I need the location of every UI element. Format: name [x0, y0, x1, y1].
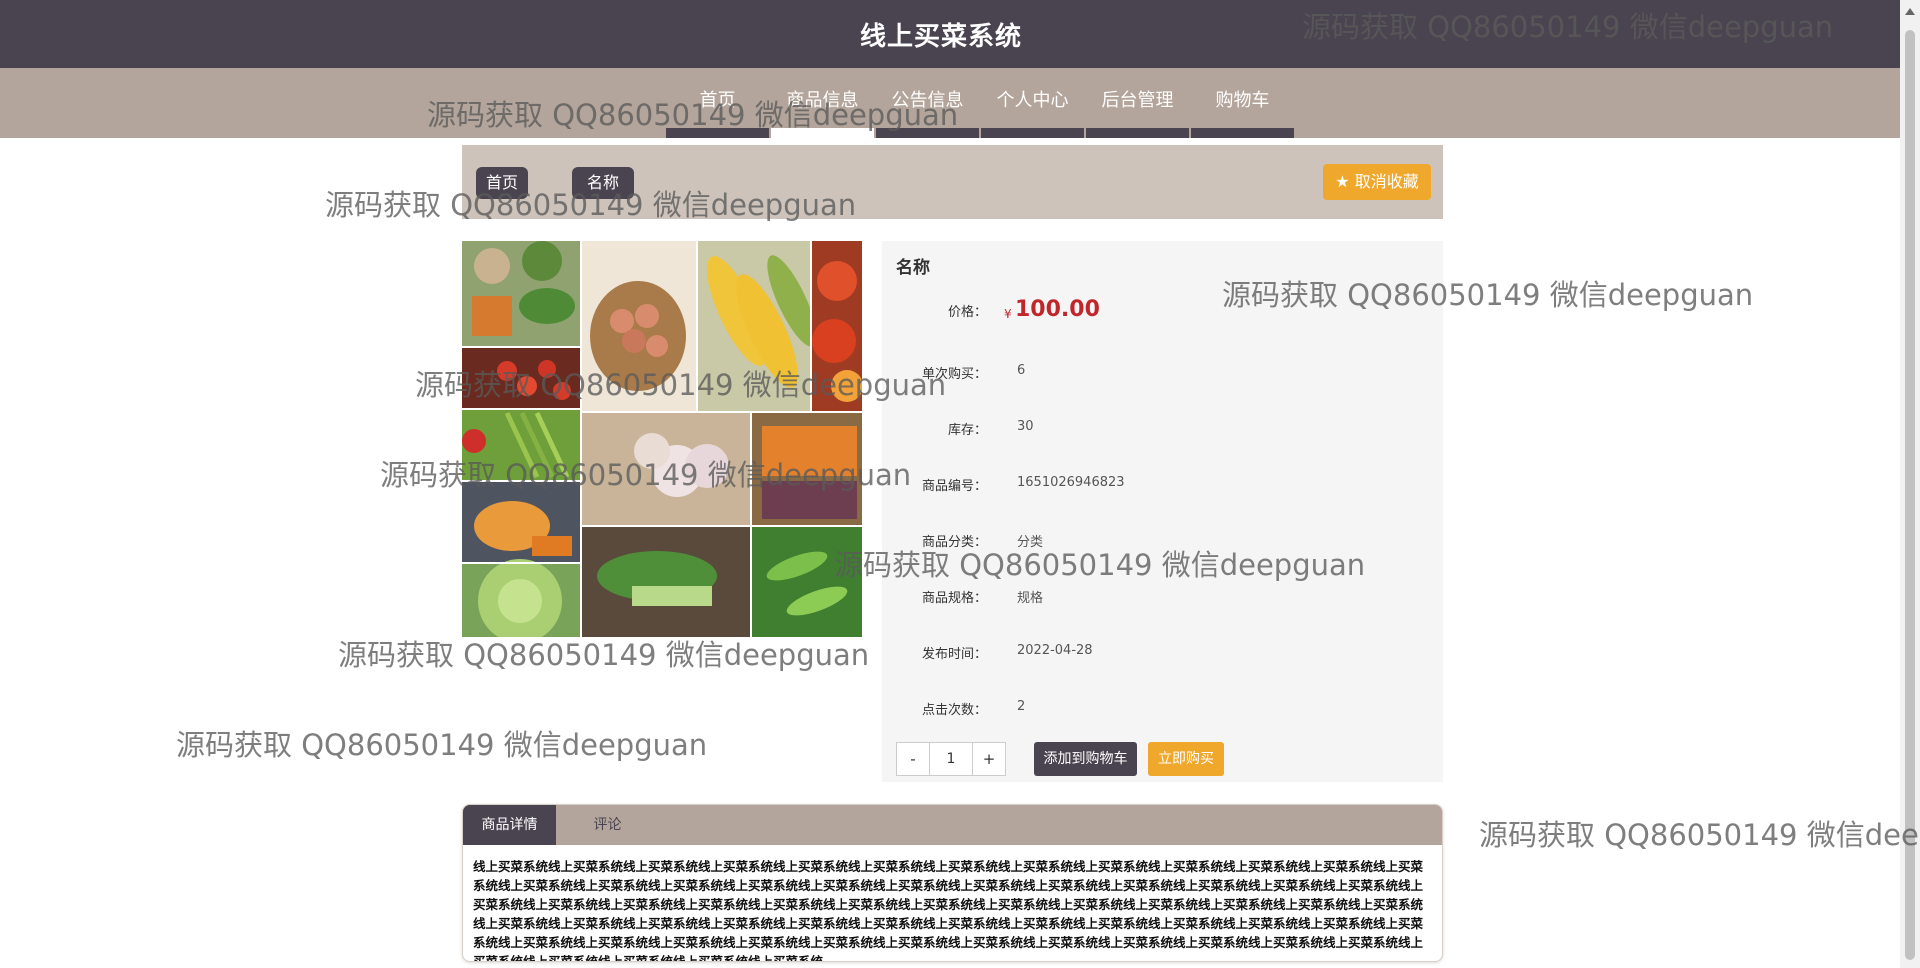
unfavorite-label: 取消收藏 [1354, 172, 1419, 191]
nav-item-bar [1086, 128, 1189, 138]
nav-item-admin[interactable]: 后台管理 [1086, 68, 1189, 138]
watermark: 源码获取 QQ86050149 微信deepguan [1479, 818, 1920, 852]
field-value: 2022-04-28 [1017, 643, 1093, 658]
nav-item-profile[interactable]: 个人中心 [981, 68, 1084, 138]
quantity-stepper: - 1 + [896, 742, 1006, 776]
price-row: 价格： ¥ 100.00 [882, 297, 1422, 322]
breadcrumb-home[interactable]: 首页 [476, 167, 528, 199]
nav-item-cart[interactable]: 购物车 [1191, 68, 1294, 138]
increment-button[interactable]: + [973, 743, 1005, 775]
nav-item-bar [981, 128, 1084, 138]
field-label: 商品分类： [921, 535, 987, 550]
nav-item-bar [666, 128, 769, 138]
price-label: 价格： [947, 305, 987, 320]
field-label: 库存： [947, 423, 987, 438]
nav-item-bar [1191, 128, 1294, 138]
field-row-buy-limit: 单次购买： 6 [882, 359, 1422, 383]
breadcrumb: 首页 名称 ★ 取消收藏 [462, 145, 1443, 219]
field-value: 规格 [1017, 591, 1044, 606]
nav-item-label: 公告信息 [891, 90, 964, 111]
quantity-input[interactable]: 1 [929, 743, 973, 775]
field-label: 商品规格： [921, 591, 987, 606]
nav-item-label: 首页 [699, 90, 736, 111]
product-info-panel: 名称 价格： ¥ 100.00 单次购买： 6 库存： 30 商品编号： 165… [882, 241, 1443, 782]
nav-item-label: 后台管理 [1101, 90, 1174, 111]
scroll-up-arrow-icon[interactable] [1905, 8, 1915, 15]
field-label: 发布时间： [921, 647, 987, 662]
field-label: 商品编号： [921, 479, 987, 494]
field-row-category: 商品分类： 分类 [882, 527, 1422, 551]
add-to-cart-button[interactable]: 添加到购物车 [1034, 742, 1137, 776]
decrement-button[interactable]: - [897, 743, 929, 775]
product-detail-text: 线上买菜系统线上买菜系统线上买菜系统线上买菜系统线上买菜系统线上买菜系统线上买菜… [473, 859, 1424, 962]
detail-tabs-panel: 商品详情 评论 线上买菜系统线上买菜系统线上买菜系统线上买菜系统线上买菜系统线上… [462, 804, 1443, 962]
breadcrumb-current[interactable]: 名称 [572, 167, 634, 199]
field-value: 30 [1017, 419, 1034, 434]
tab-product-detail[interactable]: 商品详情 [463, 805, 556, 845]
top-header: 线上买菜系统 [0, 0, 1900, 68]
buy-now-button[interactable]: 立即购买 [1148, 742, 1224, 776]
nav-items: 首页 商品信息 公告信息 个人中心 后台管理 购物车 [666, 68, 1296, 138]
field-value: 6 [1017, 363, 1026, 378]
nav-item-bar [771, 128, 874, 138]
nav-item-label: 购物车 [1215, 90, 1270, 111]
nav-item-home[interactable]: 首页 [666, 68, 769, 138]
star-icon: ★ [1335, 172, 1350, 191]
nav-item-label: 个人中心 [996, 90, 1069, 111]
field-value: 2 [1017, 699, 1026, 714]
field-row-stock: 库存： 30 [882, 415, 1422, 439]
main-nav: 首页 商品信息 公告信息 个人中心 后台管理 购物车 [0, 68, 1900, 138]
currency-symbol: ¥ [1004, 307, 1012, 321]
scrollbar-thumb[interactable] [1905, 30, 1915, 960]
nav-item-bar [876, 128, 979, 138]
field-row-product-id: 商品编号： 1651026946823 [882, 471, 1422, 495]
page-scrollbar[interactable] [1900, 0, 1920, 968]
product-name: 名称 [896, 258, 930, 278]
price-value: 100.00 [1015, 297, 1100, 322]
product-image [462, 241, 862, 637]
field-label: 点击次数： [921, 703, 987, 718]
field-value: 1651026946823 [1017, 475, 1125, 490]
nav-item-label: 商品信息 [786, 90, 859, 111]
tab-comments[interactable]: 评论 [556, 805, 659, 845]
vegetable-collage-image [462, 241, 862, 637]
field-row-publish-date: 发布时间： 2022-04-28 [882, 639, 1422, 663]
nav-item-products[interactable]: 商品信息 [771, 68, 874, 138]
tabs-header: 商品详情 评论 [463, 805, 1442, 845]
watermark: 源码获取 QQ86050149 微信deepguan [176, 728, 708, 762]
site-title: 线上买菜系统 [859, 22, 1022, 52]
unfavorite-button[interactable]: ★ 取消收藏 [1323, 164, 1431, 200]
field-row-spec: 商品规格： 规格 [882, 583, 1422, 607]
field-row-clicks: 点击次数： 2 [882, 695, 1422, 719]
nav-item-announcements[interactable]: 公告信息 [876, 68, 979, 138]
field-label: 单次购买： [921, 367, 987, 382]
watermark: 源码获取 QQ86050149 微信deepguan [338, 638, 870, 672]
field-value: 分类 [1017, 535, 1044, 550]
